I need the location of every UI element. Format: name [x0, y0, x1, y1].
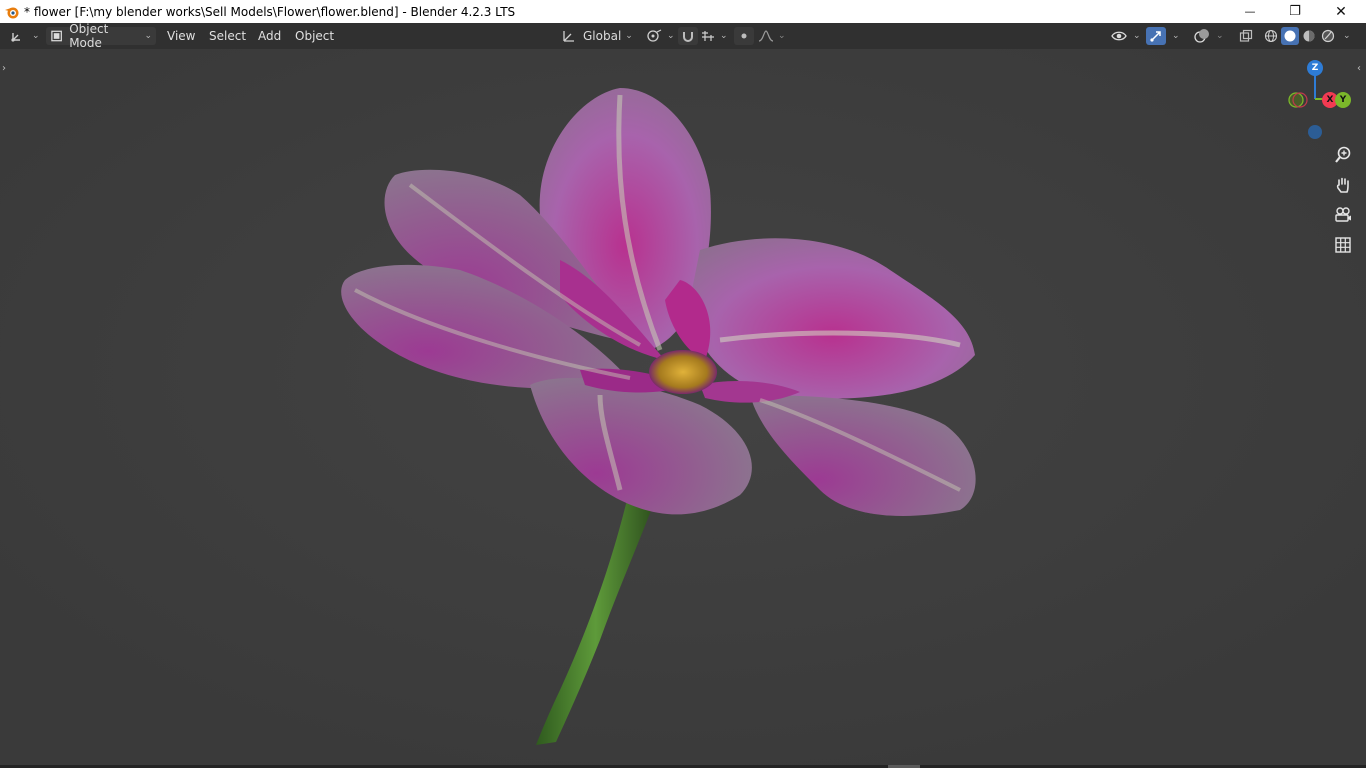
- snap-increment-icon: [702, 31, 714, 41]
- hand-icon: [1336, 177, 1349, 193]
- eye-icon: [1111, 31, 1127, 41]
- show-overlays-toggle[interactable]: [1192, 27, 1212, 45]
- chevron-down-icon: ⌄: [667, 31, 675, 41]
- magnifier-plus-icon: [1335, 146, 1351, 163]
- window-title: * flower [F:\my blender works\Sell Model…: [24, 4, 516, 19]
- sidebar-expand-icon[interactable]: ‹: [1357, 63, 1361, 74]
- restore-button[interactable]: ❐: [1272, 0, 1318, 23]
- restore-icon: ❐: [1289, 4, 1301, 19]
- solid-sphere-icon: [1284, 30, 1296, 42]
- chevron-down-icon: ⌄: [32, 31, 40, 41]
- menu-view[interactable]: View: [167, 27, 195, 45]
- chevron-down-icon: ⌄: [1343, 31, 1351, 41]
- camera-view-button[interactable]: [1331, 203, 1355, 227]
- gizmo-x-label: X: [1326, 95, 1334, 105]
- object-visibility-dropdown[interactable]: ⌄: [1111, 27, 1141, 45]
- proportional-falloff-dropdown[interactable]: ⌄: [758, 27, 786, 45]
- minimize-icon: —: [1244, 5, 1256, 18]
- chevron-down-icon: ⌄: [1172, 31, 1180, 41]
- mode-selector[interactable]: Object Mode ⌄: [46, 22, 156, 50]
- gizmo-options-dropdown[interactable]: ⌄: [1168, 27, 1180, 45]
- blender-logo-icon: [5, 7, 19, 18]
- snap-target-dropdown[interactable]: ⌄: [700, 27, 728, 45]
- close-icon: ✕: [1335, 3, 1347, 20]
- shading-material-button[interactable]: [1300, 27, 1318, 45]
- chevron-down-icon: ⌄: [778, 31, 786, 41]
- chevron-down-icon: ⌄: [625, 31, 633, 41]
- material-sphere-icon: [1303, 30, 1315, 42]
- snap-toggle[interactable]: [678, 27, 698, 45]
- object-mode-icon: [51, 30, 62, 42]
- pivot-point-dropdown[interactable]: ⌄: [645, 27, 675, 45]
- shading-rendered-button[interactable]: [1319, 27, 1337, 45]
- wireframe-sphere-icon: [1264, 29, 1278, 43]
- menu-select[interactable]: Select: [209, 27, 246, 45]
- overlays-dropdown[interactable]: ⌄: [1212, 27, 1224, 45]
- minimize-button[interactable]: —: [1227, 0, 1273, 23]
- mode-label: Object Mode: [69, 22, 109, 50]
- grid-icon: [1335, 237, 1351, 253]
- toggle-projection-button[interactable]: [1331, 233, 1355, 257]
- shading-solid-button[interactable]: [1281, 27, 1299, 45]
- zoom-button[interactable]: [1331, 143, 1355, 167]
- xray-icon: [1239, 29, 1253, 42]
- proportional-edit-icon: [741, 33, 747, 39]
- 3d-viewport-icon: [11, 33, 20, 42]
- shading-options-dropdown[interactable]: ⌄: [1339, 27, 1351, 45]
- gizmo-z-axis[interactable]: Z: [1307, 60, 1323, 76]
- 3d-viewport[interactable]: › ‹ Z X Y: [0, 49, 1366, 765]
- magnet-icon: [683, 32, 693, 42]
- proportional-editing-toggle[interactable]: [734, 27, 754, 45]
- chevron-down-icon: ⌄: [1216, 31, 1224, 41]
- falloff-curve-icon: [758, 30, 774, 42]
- editor-type-dropdown[interactable]: ⌄: [10, 27, 40, 45]
- camera-icon: [1335, 207, 1351, 222]
- menu-object[interactable]: Object: [295, 27, 334, 45]
- transform-orientation-dropdown[interactable]: Global ⌄: [561, 27, 633, 45]
- xray-toggle[interactable]: [1236, 27, 1256, 45]
- gizmo-y-label: Y: [1339, 95, 1347, 105]
- gizmo-z-label: Z: [1311, 63, 1319, 73]
- gizmo-icon: [1150, 31, 1161, 42]
- gizmo-y-axis[interactable]: Y: [1335, 92, 1351, 108]
- close-window-button[interactable]: ✕: [1318, 0, 1364, 23]
- rendered-sphere-icon: [1321, 29, 1335, 43]
- chevron-down-icon: ⌄: [720, 31, 728, 41]
- menu-add[interactable]: Add: [258, 27, 281, 45]
- window-titlebar: * flower [F:\my blender works\Sell Model…: [0, 0, 1366, 23]
- transform-orientation-label: Global: [583, 29, 622, 43]
- chevron-down-icon: ⌄: [1133, 31, 1141, 41]
- toolbar-expand-icon[interactable]: ›: [2, 63, 6, 74]
- flower-model: [0, 49, 1366, 765]
- pan-button[interactable]: [1331, 173, 1355, 197]
- pivot-point-icon: [647, 29, 662, 42]
- overlays-icon: [1194, 29, 1209, 43]
- show-gizmo-toggle[interactable]: [1146, 27, 1166, 45]
- chevron-down-icon: ⌄: [144, 31, 152, 41]
- shading-wireframe-button[interactable]: [1262, 27, 1280, 45]
- orientation-axes-icon: [563, 31, 574, 42]
